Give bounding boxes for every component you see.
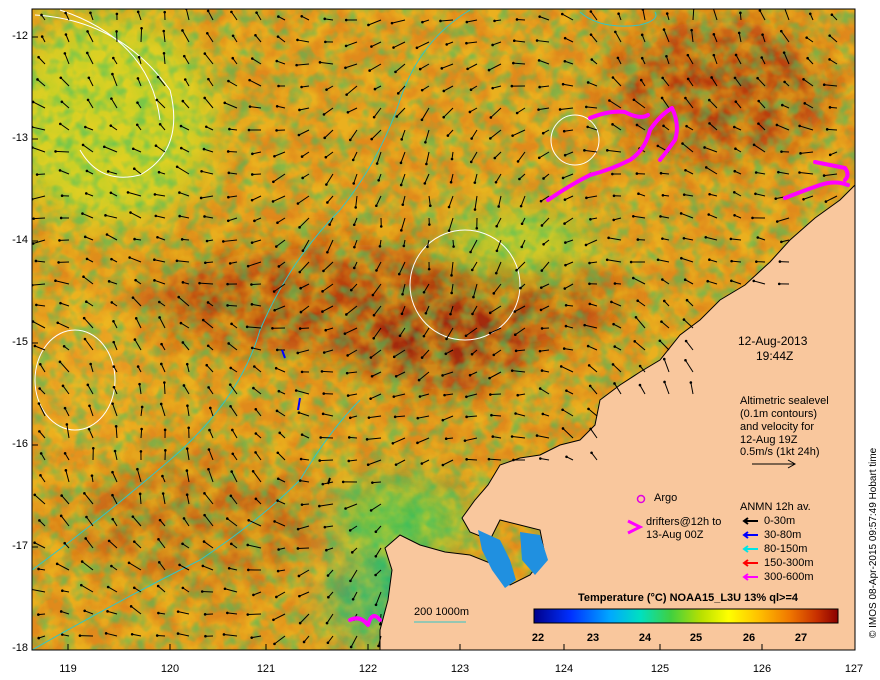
drifters-label: drifters@12h to [646,516,722,528]
lat-label: -14 [12,234,28,246]
colorbar [533,608,839,624]
lon-label: 120 [160,663,180,675]
isobath-legend-label: 200 1000m [414,606,470,618]
anmn-item-label: 300-600m [764,571,814,583]
lat-label: -17 [12,540,28,552]
sst-map-figure: -12 -13 -14 -15 -16 -17 -18 119 120 121 … [0,0,880,680]
colorbar-tick: 24 [638,632,652,644]
colorbar-tick: 26 [742,632,756,644]
lon-label: 122 [358,663,378,675]
lon-label: 123 [450,663,470,675]
altimetry-text: 0.5m/s (1kt 24h) [740,446,820,458]
lat-label: -15 [12,336,28,348]
image-time: 19:44Z [756,349,794,363]
anmn-item-label: 150-300m [764,557,814,569]
lon-label: 127 [844,663,864,675]
lat-label: -16 [12,438,28,450]
altimetry-text: 12-Aug 19Z [740,434,798,446]
colorbar-tick: 22 [531,632,545,644]
colorbar-tick: 23 [586,632,600,644]
anmn-title: ANMN 12h av. [740,501,811,513]
drifters-label: 13-Aug 00Z [646,529,704,541]
colorbar-tick: 25 [689,632,703,644]
colorbar-title: Temperature (°C) NOAA15_L3U 13% ql>=4 [578,592,798,604]
anmn-item-label: 0-30m [764,515,796,527]
lat-label: -12 [12,30,28,42]
lat-label: -13 [12,132,28,144]
lon-label: 125 [650,663,670,675]
anmn-item-label: 30-80m [764,529,802,541]
colorbar-tick: 27 [794,632,808,644]
lat-label: -18 [12,642,28,654]
lon-label: 121 [256,663,276,675]
anmn-item-label: 80-150m [764,543,808,555]
argo-label: Argo [654,492,678,504]
altimetry-text: Altimetric sealevel [740,395,829,407]
copyright-text: © IMOS 08-Apr-2015 09:57:49 Hobart time [868,447,879,638]
altimetry-text: and velocity for [740,421,814,433]
image-date: 12-Aug-2013 [738,334,808,348]
altimetry-text: (0.1m contours) [740,408,818,420]
lon-label: 124 [554,663,574,675]
lon-label: 119 [59,663,77,675]
lon-label: 126 [752,663,772,675]
